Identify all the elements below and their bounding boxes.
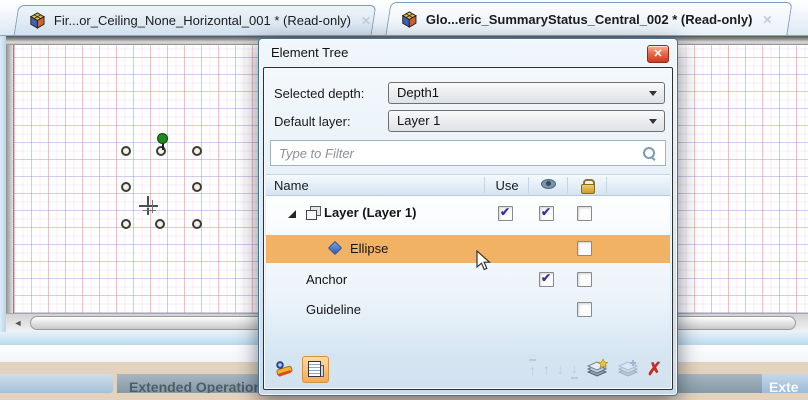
anchor-point[interactable] — [121, 219, 131, 229]
row-label: Layer (Layer 1) — [324, 205, 417, 220]
row-label: Guideline — [306, 302, 361, 317]
visibility-checkbox[interactable] — [539, 206, 554, 221]
move-to-bottom-button-disabled[interactable]: ↓ — [571, 359, 578, 379]
tree-row-ellipse-selected[interactable]: Ellipse — [266, 235, 670, 263]
visibility-checkbox[interactable] — [539, 272, 554, 287]
merge-layer-icon-disabled[interactable] — [616, 358, 640, 380]
anchor-point[interactable] — [192, 219, 202, 229]
chevron-down-icon — [649, 91, 657, 96]
chevron-down-icon — [649, 119, 657, 124]
default-layer-value: Layer 1 — [397, 113, 440, 128]
lock-checkbox[interactable] — [577, 302, 592, 317]
crosshair-icon — [152, 200, 153, 213]
use-checkbox[interactable] — [498, 206, 513, 221]
lock-checkbox[interactable] — [577, 272, 592, 287]
tree-header: Name Use — [266, 174, 670, 196]
selected-depth-label: Selected depth: — [274, 86, 364, 101]
expand-triangle-icon[interactable] — [288, 210, 296, 218]
default-layer-dropdown[interactable]: Layer 1 — [388, 110, 665, 132]
green-pin-handle[interactable] — [157, 133, 168, 144]
anchor-point[interactable] — [192, 182, 202, 192]
move-to-top-button-disabled[interactable]: ↑ — [529, 359, 536, 379]
filter-input[interactable] — [279, 143, 602, 163]
extended-operation-bar-right[interactable]: Exte — [762, 374, 808, 393]
extended-operation-label: Extended Operation — [129, 375, 262, 393]
column-name: Name — [274, 178, 309, 193]
tab-document-1[interactable]: Fir...or_Ceiling_None_Horizontal_001 * (… — [14, 5, 377, 35]
mouse-cursor — [476, 250, 492, 272]
crosshair-icon — [143, 210, 156, 211]
tab-label: Fir...or_Ceiling_None_Horizontal_001 * (… — [54, 13, 351, 28]
default-layer-label: Default layer: — [274, 114, 351, 129]
row-label: Anchor — [306, 272, 347, 287]
anchor-point[interactable] — [156, 146, 166, 156]
tree-row-guideline[interactable]: Guideline — [266, 296, 670, 324]
extended-operation-label-right: Exte — [769, 375, 799, 393]
filter-field-wrap — [270, 140, 666, 166]
dialog-toolbar: ↑ ↑ ↓ ↓ ✗ — [266, 353, 670, 387]
delete-element-button[interactable]: ✗ — [647, 358, 662, 380]
add-layer-icon[interactable] — [585, 358, 609, 380]
lock-icon — [581, 179, 593, 192]
row-label: Ellipse — [350, 241, 388, 256]
tab-document-2-active[interactable]: Glo...eric_SummaryStatus_Central_002 * (… — [385, 2, 792, 35]
highlighter-tool-icon[interactable] — [274, 359, 296, 379]
tab-close-icon[interactable]: ✕ — [361, 14, 371, 28]
cube-icon — [29, 12, 46, 29]
scroll-left-arrow[interactable]: ◄ — [10, 316, 26, 330]
bottom-bar-segment[interactable] — [0, 374, 113, 393]
pin-stem — [162, 143, 164, 150]
copy-elements-button-active[interactable] — [302, 356, 329, 383]
selected-depth-value: Depth1 — [397, 85, 439, 100]
anchor-point[interactable] — [121, 146, 131, 156]
tab-close-icon[interactable]: ✕ — [762, 12, 772, 26]
search-icon[interactable] — [642, 146, 656, 160]
dialog-title: Element Tree — [271, 45, 348, 60]
tree-list: Layer (Layer 1) Ellipse Anchor Guide — [266, 196, 670, 353]
move-down-button-disabled[interactable]: ↓ — [557, 358, 564, 380]
crosshair-icon — [139, 205, 158, 207]
app-window: Fir...or_Ceiling_None_Horizontal_001 * (… — [0, 0, 808, 400]
tab-label: Glo...eric_SummaryStatus_Central_002 * (… — [426, 12, 753, 27]
vertical-ruler — [6, 45, 14, 313]
selected-depth-dropdown[interactable]: Depth1 — [388, 82, 665, 104]
eye-icon — [541, 179, 556, 189]
tree-row-anchor[interactable]: Anchor — [266, 266, 670, 294]
copy-document-icon — [308, 361, 324, 378]
dialog-close-button[interactable]: ✕ — [647, 45, 669, 63]
tree-row-layer[interactable]: Layer (Layer 1) — [266, 198, 670, 228]
diamond-icon — [328, 241, 342, 255]
dialog-content-panel: Selected depth: Depth1 Default layer: La… — [263, 67, 673, 390]
element-tree-dialog: Element Tree ✕ Selected depth: Depth1 De… — [258, 38, 678, 396]
move-up-button-disabled[interactable]: ↑ — [543, 358, 550, 380]
layer-icon — [306, 206, 320, 219]
anchor-point[interactable] — [121, 182, 131, 192]
anchor-point[interactable] — [155, 219, 165, 229]
lock-checkbox[interactable] — [577, 241, 592, 256]
cube-icon — [401, 11, 418, 28]
anchor-point[interactable] — [192, 146, 202, 156]
tab-bar: Fir...or_Ceiling_None_Horizontal_001 * (… — [0, 0, 808, 36]
column-use: Use — [488, 178, 526, 193]
lock-checkbox[interactable] — [577, 206, 592, 221]
